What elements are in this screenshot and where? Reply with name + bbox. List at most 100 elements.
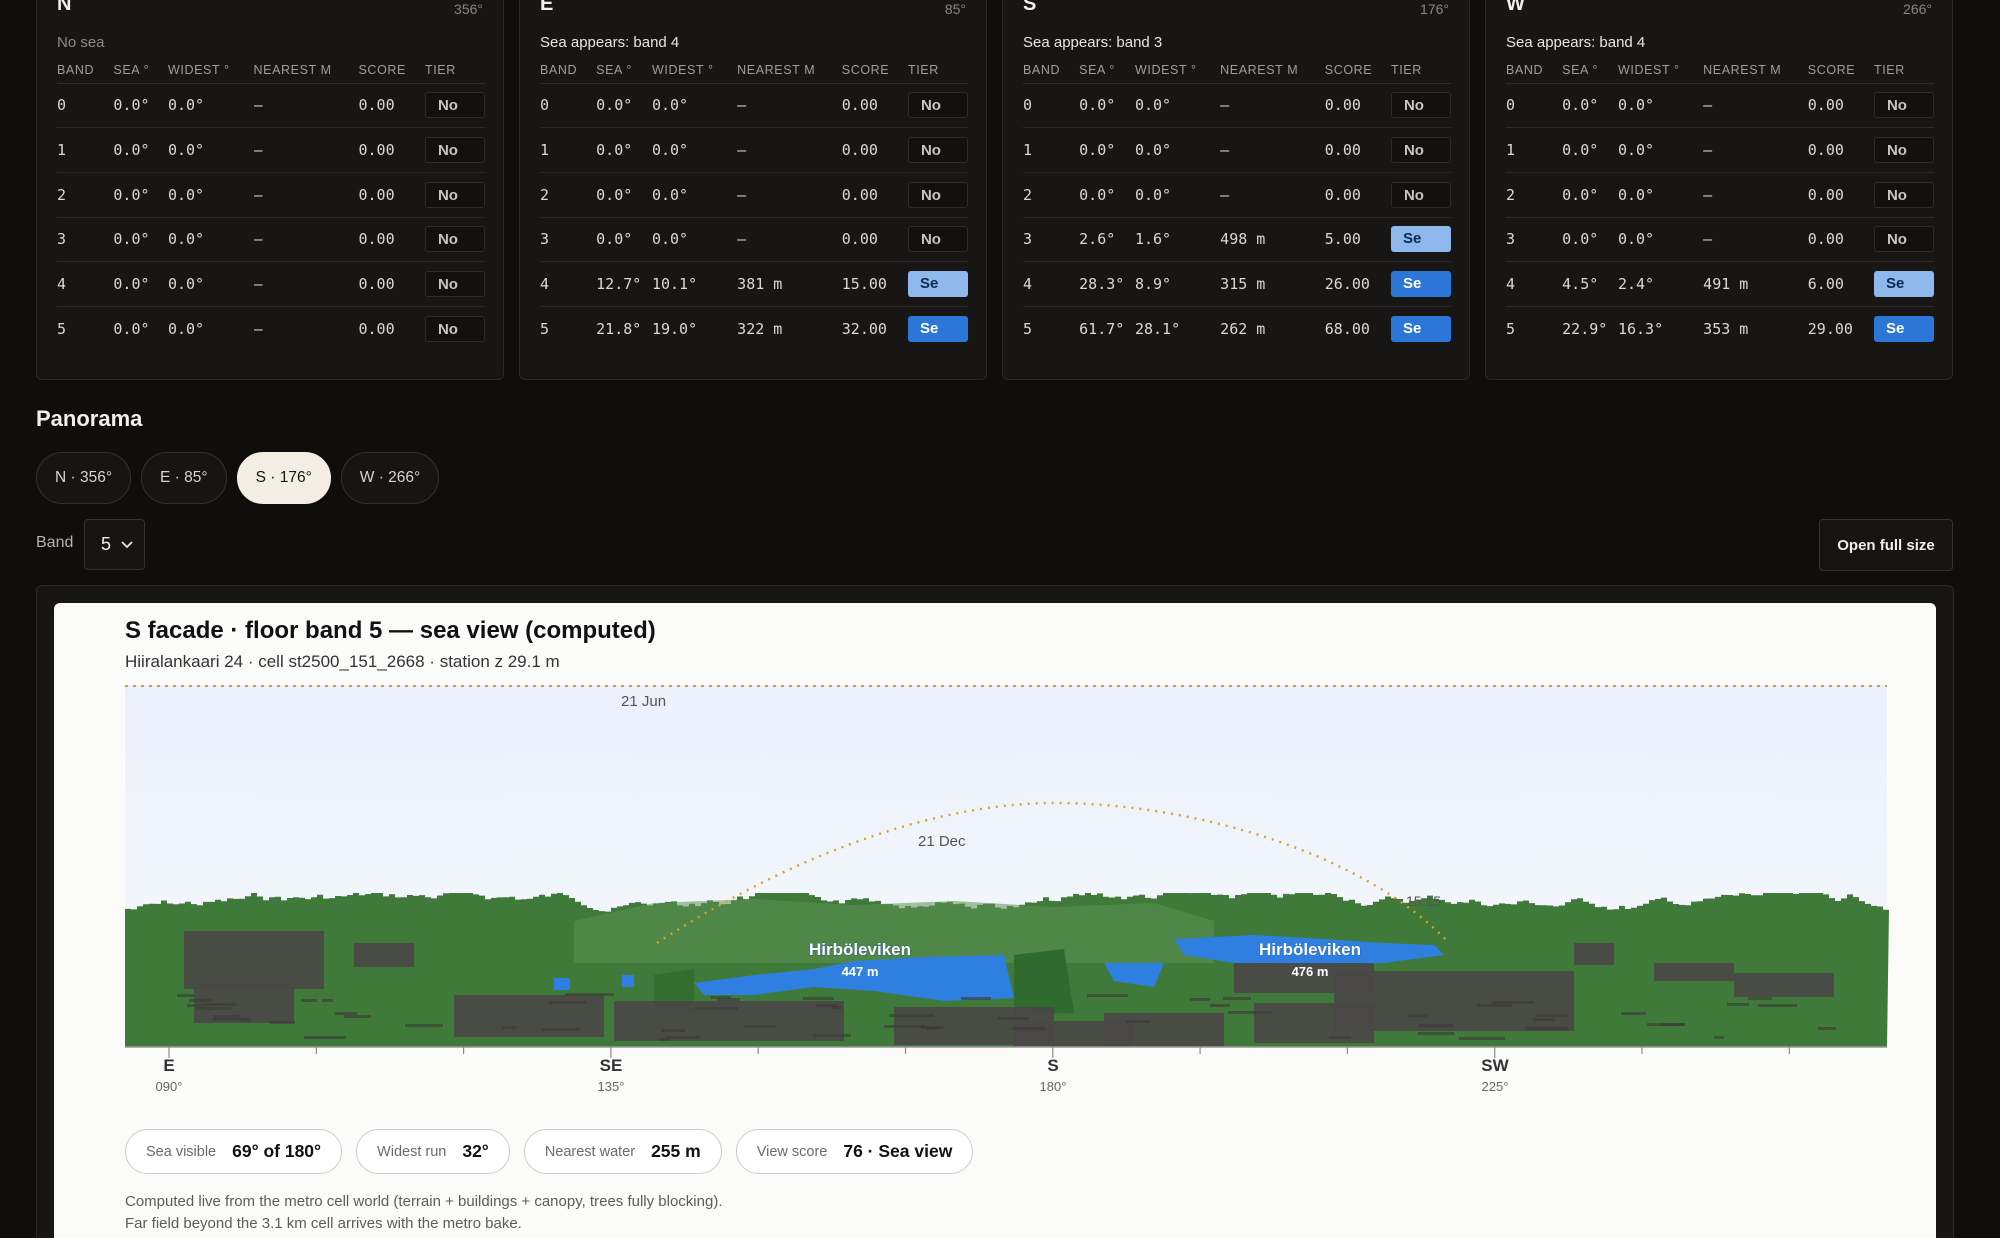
table-cell: 1.6°	[1134, 217, 1221, 263]
metric-pill: View score 76 · Sea view	[735, 1129, 974, 1174]
table-cell: 0.0°	[1617, 172, 1704, 218]
tier-badge: No	[1390, 181, 1451, 208]
table-cell: 0.0°	[113, 172, 168, 218]
table-cell: —	[1220, 83, 1325, 129]
table-cell: 0.0°	[167, 320, 205, 339]
panorama-subtitle: Hiiralankaari 24 · cell st2500_151_2668 …	[125, 652, 560, 671]
table-cell: 16.3°	[1617, 320, 1664, 339]
table-cell: —	[737, 127, 842, 173]
table-cell: 28.1°	[1134, 320, 1181, 339]
table-cell: 5.00	[1324, 217, 1391, 263]
facade-letter: E	[540, 0, 554, 15]
tier-cell: Se	[907, 306, 968, 351]
facade-status: No sea	[57, 34, 105, 51]
table-cell: 61.7°	[1079, 320, 1125, 339]
building-detail	[213, 1015, 241, 1018]
tier-badge: No	[907, 137, 968, 164]
table-header-row: BAND SEA ° WIDEST ° NEAREST M SCORE TIER	[1023, 57, 1451, 84]
table-cell: 15.00	[841, 261, 908, 307]
table-cell: 5	[1023, 320, 1033, 339]
tier-cell: No	[907, 217, 968, 263]
building-detail	[695, 1007, 738, 1010]
table-row: 4 0.0° 0.0° —0.00 No	[57, 261, 485, 307]
building-detail	[335, 1012, 357, 1015]
table-row: 4 28.3° 8.9° 315 m 26.00 Se	[1023, 261, 1451, 307]
building-detail	[1647, 1023, 1685, 1026]
table-cell: 0.0°	[596, 83, 652, 129]
building-block	[1654, 963, 1734, 981]
table-cell: 0.00	[358, 172, 425, 218]
table-cell: 2.6°	[1079, 217, 1135, 263]
tier-badge: No	[1873, 181, 1934, 208]
facade-table: BAND SEA ° WIDEST ° NEAREST M SCORE TIER 0 0.0°…	[1506, 57, 1934, 351]
table-row: 2 0.0° 0.0° —0.00 No	[57, 172, 485, 218]
table-cell: 0.0°	[113, 320, 150, 339]
metric-pill: Sea visible 69° of 180°	[125, 1129, 343, 1174]
metric-pill: Widest run 32°	[356, 1129, 510, 1174]
table-cell: 0.0°	[1617, 127, 1704, 173]
table-row: 2 0.0° 0.0° —0.00 No	[1023, 172, 1451, 218]
band-select[interactable]: 5	[84, 519, 145, 570]
table-row: 0 0.0° 0.0° —0.00 No	[1506, 83, 1934, 129]
compass-degree: 225°	[1482, 1079, 1509, 1094]
tier-badge: Se	[1390, 316, 1451, 343]
water-label-name: Hirböleviken	[809, 940, 911, 959]
water-fleck-1	[554, 978, 570, 990]
building-block	[1734, 973, 1834, 997]
table-cell: 26.00	[1324, 261, 1391, 307]
building-detail	[1533, 1018, 1555, 1021]
table-cell: 1	[57, 127, 114, 173]
compass-direction: SW	[1481, 1056, 1509, 1075]
table-cell: 4.5°	[1562, 261, 1618, 307]
table-row: 2 0.0° 0.0° —0.00 No	[1506, 172, 1934, 218]
building-detail	[1459, 1037, 1505, 1040]
table-cell: 0.0°	[1079, 127, 1135, 173]
column-header: NEAREST M	[1703, 57, 1808, 84]
column-header: SEA °	[596, 57, 652, 84]
tier-badge: No	[907, 226, 968, 253]
column-header: WIDEST °	[1617, 57, 1704, 84]
facade-card-n: N 356° No sea BAND SEA ° WIDEST ° NEAREST M SCO…	[36, 0, 504, 380]
metric-pill: Nearest water 255 m	[523, 1129, 722, 1174]
building-detail	[301, 999, 317, 1002]
tier-cell: Se	[1873, 306, 1934, 351]
tier-cell: No	[1390, 127, 1451, 173]
sun-label-summer: 21 Jun	[621, 693, 666, 710]
column-header: BAND	[1023, 57, 1080, 84]
table-cell: 5	[540, 320, 550, 339]
tier-badge: No	[1873, 137, 1934, 164]
column-header: SCORE	[1324, 57, 1391, 84]
table-cell: —	[737, 172, 842, 218]
facade-tab[interactable]: W · 266°	[340, 452, 440, 504]
facade-tab[interactable]: S · 176°	[236, 452, 331, 504]
tier-badge: No	[424, 316, 485, 343]
open-full-size-button[interactable]: Open full size	[1819, 519, 1953, 571]
table-cell: 5	[1506, 320, 1516, 339]
facade-letter: N	[57, 0, 72, 15]
tier-cell: No	[424, 172, 485, 218]
column-header: NEAREST M	[737, 57, 842, 84]
facade-tab[interactable]: N · 356°	[36, 452, 132, 504]
building-detail	[1407, 1014, 1427, 1017]
table-cell: —	[253, 172, 359, 218]
column-header: BAND	[57, 57, 114, 84]
table-cell: 1	[1506, 127, 1563, 173]
facade-tab[interactable]: E · 85°	[141, 452, 227, 504]
column-header: BAND	[540, 57, 597, 84]
table-cell: 2.4°	[1617, 261, 1704, 307]
building-detail	[549, 1001, 586, 1004]
tier-cell: No	[424, 83, 485, 129]
table-cell: 0.00	[1807, 127, 1874, 173]
table-row: 3 2.6° 1.6° 498 m 5.00 Se	[1023, 217, 1451, 263]
tier-cell: Se	[1873, 261, 1934, 307]
table-row: 5 0.0° 0.0° — 0.00 No	[57, 306, 485, 351]
table-cell: 2	[1023, 172, 1080, 218]
table-header-row: BAND SEA ° WIDEST ° NEAREST M SCORE TIER	[540, 57, 968, 84]
building-detail	[744, 1025, 776, 1028]
table-cell: 0.00	[1324, 127, 1391, 173]
table-cell: 4	[540, 261, 597, 307]
table-cell: 0.00	[841, 217, 908, 263]
facade-bearing: 356°	[454, 1, 483, 17]
building-detail	[1748, 997, 1772, 1000]
table-cell: 0.0°	[1617, 83, 1704, 129]
